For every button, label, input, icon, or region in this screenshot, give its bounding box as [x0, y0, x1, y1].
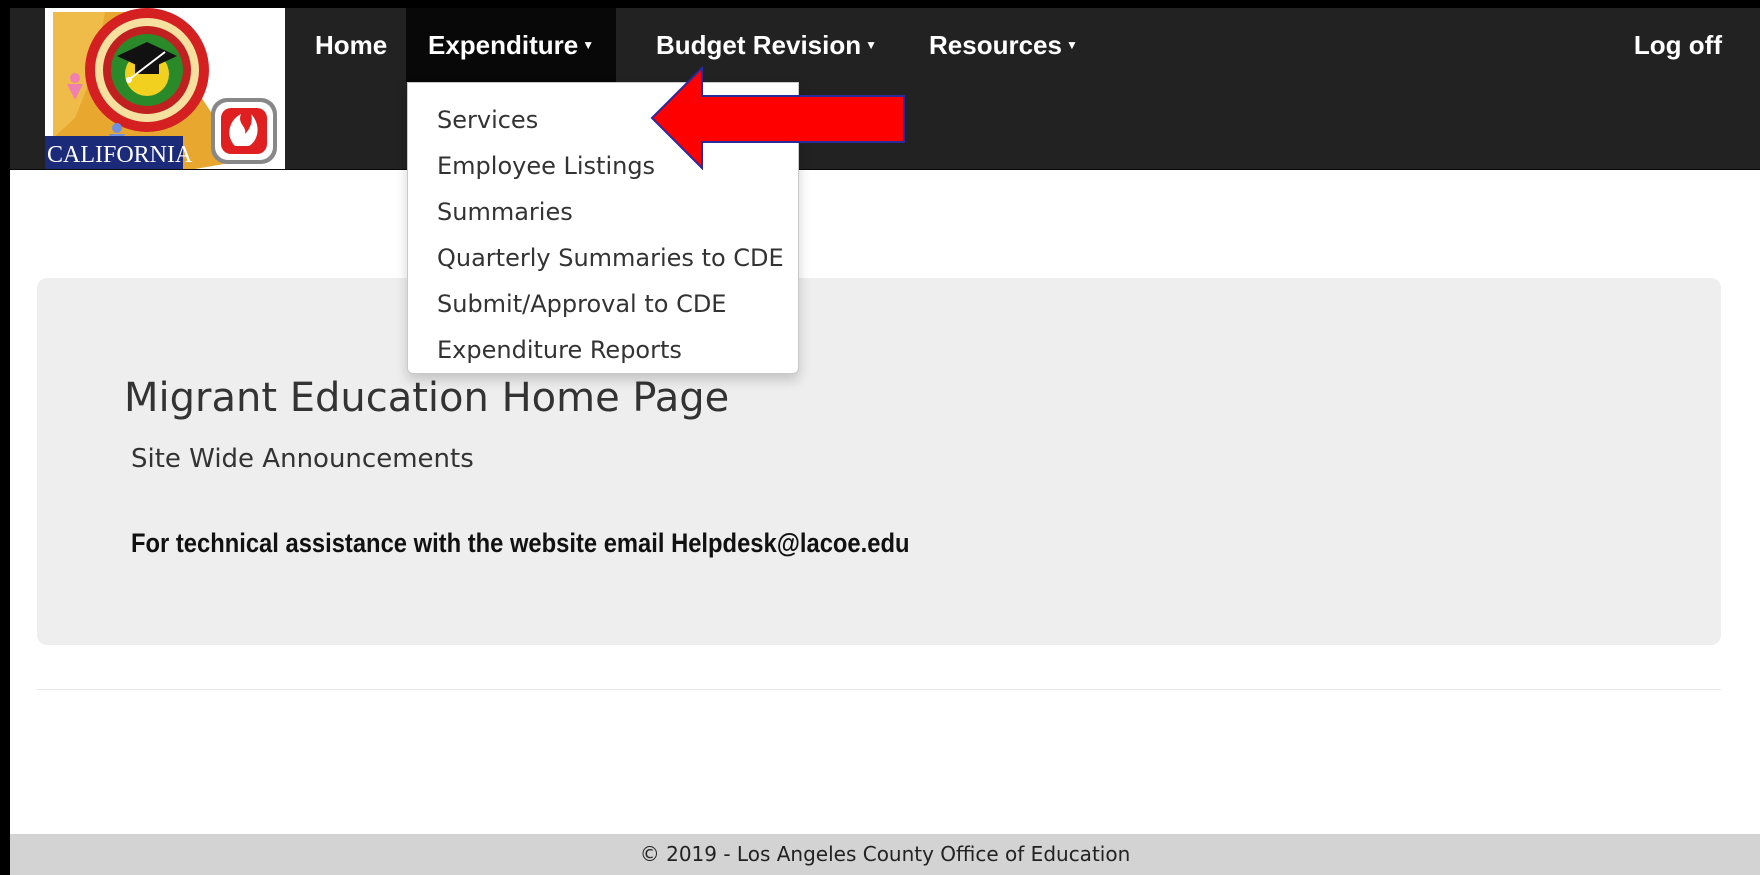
nav-resources[interactable]: Resources ▼	[907, 8, 1100, 82]
logo-graphic: CALIFORNIA	[45, 8, 285, 169]
red-arrow-annotation-icon	[650, 66, 905, 170]
footer: © 2019 - Los Angeles County Office of Ed…	[10, 834, 1760, 875]
nav-budget-revision-label: Budget Revision	[656, 30, 862, 60]
logo-california-text: CALIFORNIA	[47, 142, 193, 168]
jumbotron: Migrant Education Home Page Site Wide An…	[37, 278, 1721, 645]
dropdown-item-summaries[interactable]: Summaries	[408, 189, 798, 235]
logoff-label: Log off	[1633, 30, 1722, 60]
caret-down-icon: ▼	[582, 38, 595, 53]
nav-expenditure[interactable]: Expenditure ▼	[406, 8, 617, 82]
frame-top-border	[0, 0, 1760, 8]
migrant-education-logo[interactable]: CALIFORNIA	[45, 8, 285, 169]
frame-left-border	[0, 0, 10, 875]
footer-copyright: © 2019 - Los Angeles County Office of Ed…	[639, 842, 1131, 866]
nav-expenditure-label: Expenditure	[428, 30, 579, 60]
page-title: Migrant Education Home Page	[124, 375, 730, 421]
help-text: For technical assistance with the websit…	[131, 528, 910, 558]
logoff-link[interactable]: Log off	[1612, 8, 1744, 82]
announcements-heading: Site Wide Announcements	[131, 444, 474, 474]
divider	[37, 689, 1721, 690]
nav-home[interactable]: Home	[293, 8, 409, 82]
caret-down-icon: ▼	[1065, 38, 1078, 53]
dropdown-item-quarterly-summaries[interactable]: Quarterly Summaries to CDE	[408, 235, 798, 281]
nav-home-label: Home	[315, 30, 388, 60]
nav-resources-label: Resources	[929, 30, 1062, 60]
dropdown-item-expenditure-reports[interactable]: Expenditure Reports	[408, 327, 798, 373]
dropdown-item-submit-approval[interactable]: Submit/Approval to CDE	[408, 281, 798, 327]
